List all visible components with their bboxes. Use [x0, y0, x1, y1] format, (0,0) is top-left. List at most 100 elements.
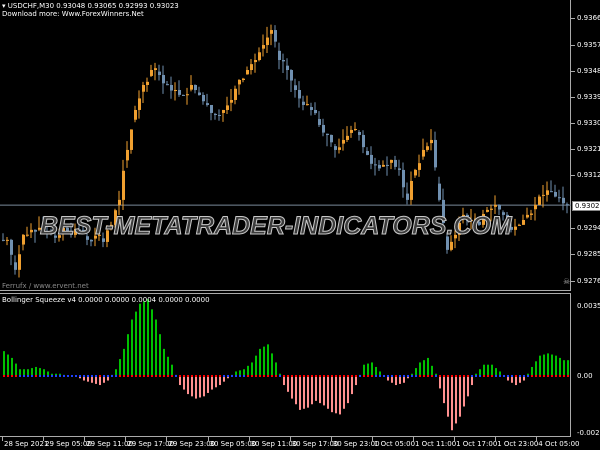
squeeze-dot	[215, 375, 217, 377]
histogram-bar	[103, 376, 105, 383]
histogram-bar	[483, 364, 485, 376]
collapse-triangle-icon[interactable]: ▾	[2, 2, 6, 10]
squeeze-dot	[275, 375, 277, 377]
histogram-bar	[35, 366, 37, 376]
histogram-bar	[335, 376, 337, 414]
squeeze-dot	[519, 375, 521, 377]
squeeze-dot	[435, 375, 437, 377]
candle-body	[398, 168, 401, 170]
time-tick	[330, 437, 332, 441]
squeeze-dot	[123, 375, 125, 377]
squeeze-dot	[471, 375, 473, 377]
candle-body	[330, 134, 333, 143]
price-tick	[571, 228, 575, 229]
price-label: 0.93575	[577, 41, 600, 49]
histogram-bar	[371, 362, 373, 376]
histogram-bar	[543, 354, 545, 376]
squeeze-dot	[155, 375, 157, 377]
time-label: 28 Sep 2021	[4, 440, 49, 448]
candle-body	[318, 119, 321, 125]
price-label: 0.93485	[577, 67, 600, 75]
squeeze-dot	[559, 375, 561, 377]
squeeze-dot	[43, 375, 45, 377]
histogram-bar	[19, 369, 21, 376]
squeeze-dot	[407, 375, 409, 377]
squeeze-dot	[15, 375, 17, 377]
price-label: 0.93305	[577, 119, 600, 127]
time-label: 29 Sep 05:00	[45, 440, 92, 448]
squeeze-dot	[247, 375, 249, 377]
candle-body	[534, 204, 537, 210]
histogram-bar	[339, 376, 341, 415]
watermark: BEST-METATRADER-INDICATORS.COM	[40, 212, 513, 241]
histogram-bar	[23, 369, 25, 376]
candle-body	[274, 30, 277, 42]
histogram-bar	[139, 303, 141, 376]
candle-body	[194, 84, 197, 91]
histogram-bar	[159, 334, 161, 376]
time-label: 30 Sep 05:00	[209, 440, 257, 448]
squeeze-dot	[283, 375, 285, 377]
time-tick	[166, 437, 168, 441]
histogram-bar	[123, 348, 125, 376]
candle-body	[150, 70, 153, 76]
price-label: 0.93395	[577, 93, 600, 101]
candle-body	[254, 60, 257, 63]
indicator-axis-max: 0.0035	[577, 302, 600, 310]
histogram-bar	[219, 376, 221, 386]
histogram-bar	[267, 344, 269, 376]
squeeze-dot	[159, 375, 161, 377]
squeeze-dot	[543, 375, 545, 377]
time-label: 1 Oct 05:00	[373, 440, 416, 448]
squeeze-dot	[291, 375, 293, 377]
time-label: 1 Oct 11:00	[415, 440, 457, 448]
squeeze-dot	[335, 375, 337, 377]
histogram-bar	[163, 348, 165, 376]
candle-body	[426, 146, 429, 150]
histogram-bar	[531, 366, 533, 376]
squeeze-dot	[23, 375, 25, 377]
squeeze-dot	[339, 375, 341, 377]
candle-body	[334, 146, 337, 150]
histogram-bar	[487, 364, 489, 376]
histogram-bar	[39, 368, 41, 376]
candle-body	[562, 197, 565, 204]
histogram-bar	[427, 357, 429, 376]
price-tick	[571, 45, 575, 46]
histogram-bar	[199, 376, 201, 398]
histogram-bar	[251, 362, 253, 376]
squeeze-dot	[403, 375, 405, 377]
candle-body	[190, 84, 193, 90]
histogram-bar	[243, 369, 245, 376]
candle-body	[410, 180, 413, 200]
time-label: 29 Sep 17:00	[127, 440, 175, 448]
histogram-bar	[367, 363, 369, 376]
histogram-bar	[495, 368, 497, 376]
histogram-bar	[315, 376, 317, 401]
squeeze-dot	[63, 375, 65, 377]
squeeze-dot	[379, 375, 381, 377]
candle-body	[370, 154, 373, 164]
squeeze-dot	[323, 375, 325, 377]
candle-body	[518, 224, 521, 226]
squeeze-dot	[163, 375, 165, 377]
histogram-bar	[27, 369, 29, 376]
squeeze-dot	[31, 375, 33, 377]
histogram-bar	[455, 376, 457, 424]
time-tick	[371, 437, 373, 441]
histogram-bar	[447, 376, 449, 417]
squeeze-dot	[295, 375, 297, 377]
candle-body	[142, 84, 145, 92]
candle-body	[14, 262, 17, 270]
squeeze-dot	[527, 375, 529, 377]
candle-body	[558, 197, 561, 199]
candle-body	[362, 134, 365, 148]
histogram-bar	[471, 376, 473, 386]
candle-body	[198, 92, 201, 95]
histogram-bar	[7, 354, 9, 376]
candle-body	[238, 80, 241, 85]
time-label: 29 Sep 11:00	[86, 440, 133, 448]
squeeze-dot	[67, 375, 69, 377]
histogram-bar	[255, 355, 257, 376]
candle-body	[26, 234, 29, 236]
